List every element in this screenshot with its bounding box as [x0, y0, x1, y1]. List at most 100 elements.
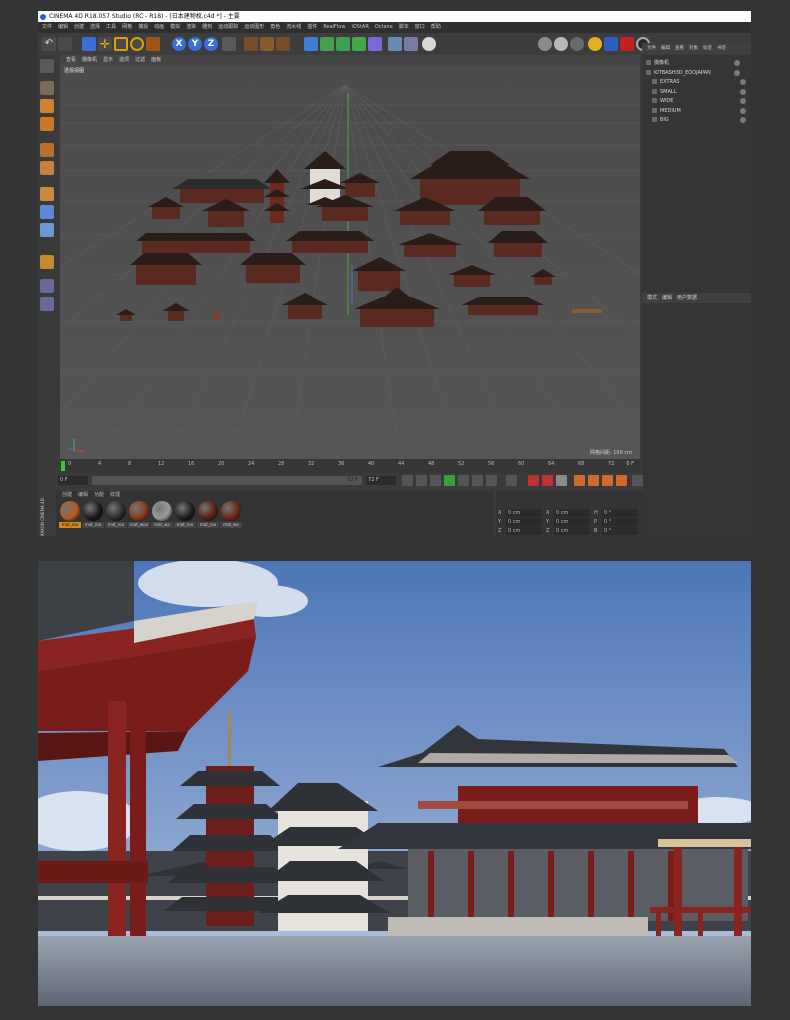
menu-item[interactable]: 运动跟踪 [218, 24, 238, 30]
render-view-icon[interactable] [244, 37, 258, 51]
floor-grid-icon[interactable] [388, 37, 402, 51]
menu-item[interactable]: 帮助 [431, 24, 441, 30]
object-row[interactable]: SMALL [652, 88, 751, 97]
object-axis-icon[interactable] [40, 161, 54, 175]
playhead[interactable] [61, 461, 65, 471]
rotate-icon[interactable] [130, 37, 144, 51]
points-mode-icon[interactable] [40, 99, 54, 113]
preview-range-slider[interactable]: 72 F [92, 476, 362, 485]
menu-item[interactable]: 脚本 [399, 24, 409, 30]
object-manager-menu-item[interactable]: 查看 [675, 46, 684, 51]
object-row[interactable]: KITBASH3D_EDOJAPAN [646, 69, 746, 78]
go-to-start-icon[interactable] [402, 475, 413, 486]
texture-mode-icon[interactable] [40, 81, 54, 95]
material-label[interactable]: mat_roo [105, 522, 127, 528]
end-frame-field[interactable]: 72 F [366, 476, 396, 485]
visibility-dot-icon[interactable] [734, 60, 740, 66]
timeline-options-icon[interactable] [632, 475, 643, 486]
material-label[interactable]: mat_roo [82, 522, 104, 528]
material-swatch[interactable] [106, 501, 126, 521]
snap-icon[interactable] [40, 187, 54, 201]
start-frame-field[interactable]: 0 F [58, 476, 88, 485]
object-row[interactable]: MEDIUM [652, 107, 751, 116]
visibility-dot-icon[interactable] [740, 98, 746, 104]
model-mode-icon[interactable] [40, 59, 54, 73]
render-picture-viewer-icon[interactable] [260, 37, 274, 51]
viewport-menu-item[interactable]: 显示 [103, 57, 113, 63]
material-swatch[interactable] [152, 501, 172, 521]
menu-item[interactable]: 运动图形 [244, 24, 264, 30]
y-axis-button[interactable]: Y [188, 37, 202, 51]
z-axis-button[interactable]: Z [204, 37, 218, 51]
edges-mode-icon[interactable] [40, 117, 54, 131]
visibility-dot-icon[interactable] [734, 69, 740, 76]
material-swatch[interactable] [60, 501, 80, 521]
viewport-menu-item[interactable]: 过滤 [135, 57, 145, 63]
viewport-menu-item[interactable]: 摄像机 [82, 57, 97, 63]
coordinate-value-field[interactable]: 0 ° [602, 527, 638, 535]
menu-item[interactable]: 渲染 [186, 24, 196, 30]
viewport-menu-item[interactable]: 查看 [66, 57, 76, 63]
pen-icon[interactable] [320, 37, 334, 51]
octane-daylight-icon[interactable] [588, 37, 602, 51]
move-icon[interactable]: ✛ [98, 37, 112, 51]
menu-item[interactable]: 窗口 [415, 24, 425, 30]
object-row[interactable]: WIDE [652, 97, 751, 106]
scale-icon[interactable] [114, 37, 128, 51]
cube-icon[interactable] [304, 37, 318, 51]
attribute-manager-menu-item[interactable]: 模式 [647, 295, 657, 301]
material-label[interactable]: mat_roo [174, 522, 196, 528]
attribute-manager-menu-item[interactable]: 用户数据 [677, 295, 697, 301]
next-frame-icon[interactable] [458, 475, 469, 486]
sculpt-icon[interactable] [40, 297, 54, 311]
coordinate-value-field[interactable]: 0 ° [602, 509, 638, 517]
visibility-dot-icon[interactable] [740, 79, 746, 85]
subdivision-icon[interactable] [336, 37, 350, 51]
undo-icon[interactable]: ↶ [42, 37, 56, 51]
menu-item[interactable]: 角色 [270, 24, 280, 30]
menu-item[interactable]: 动画 [154, 24, 164, 30]
viewport-menu-item[interactable]: 选项 [119, 57, 129, 63]
keyframe-selection-icon[interactable] [556, 475, 567, 486]
material-swatch[interactable] [129, 501, 149, 521]
material-manager-menu-item[interactable]: 纹理 [110, 492, 120, 498]
material-label[interactable]: mat_wa [151, 522, 173, 528]
recent-tool-icon[interactable] [146, 37, 160, 51]
menu-item[interactable]: 流水线 [286, 24, 301, 30]
redo-icon[interactable] [58, 37, 72, 51]
object-manager-menu-item[interactable]: 书签 [717, 46, 726, 51]
timeline-ruler[interactable]: 0 4 8 12 16 20 24 28 32 36 40 44 48 52 56 60 64 68 72 0 F [60, 459, 640, 473]
workplane-icon[interactable] [40, 205, 54, 219]
locked-workplane-icon[interactable] [40, 223, 54, 237]
position-key-icon[interactable] [574, 475, 585, 486]
tweak-mode-icon[interactable] [40, 255, 54, 269]
array-icon[interactable] [352, 37, 366, 51]
coordinate-value-field[interactable]: 0 cm [554, 527, 590, 535]
viewport-menu-item[interactable]: 面板 [151, 57, 161, 63]
menu-item[interactable]: 雕刻 [202, 24, 212, 30]
coordinate-value-field[interactable]: 0 cm [506, 527, 542, 535]
octane-render-icon[interactable] [538, 37, 552, 51]
camera-icon[interactable] [404, 37, 418, 51]
coordinate-value-field[interactable]: 0 cm [554, 518, 590, 526]
rotation-key-icon[interactable] [602, 475, 613, 486]
coordinate-value-field[interactable]: 0 cm [554, 509, 590, 517]
object-row[interactable]: BIG [652, 116, 751, 125]
bend-deformer-icon[interactable] [368, 37, 382, 51]
menu-item[interactable]: 编辑 [58, 24, 68, 30]
go-to-end-icon[interactable] [486, 475, 497, 486]
next-key-icon[interactable] [472, 475, 483, 486]
menu-item[interactable]: 创建 [74, 24, 84, 30]
material-manager-menu-item[interactable]: 编辑 [78, 492, 88, 498]
light-icon[interactable] [422, 37, 436, 51]
material-label[interactable]: mat_roo [197, 522, 219, 528]
polygons-mode-icon[interactable] [40, 143, 54, 157]
menu-item[interactable]: 选择 [90, 24, 100, 30]
record-active-objects-icon[interactable] [528, 475, 539, 486]
material-swatch[interactable] [198, 501, 218, 521]
material-label[interactable]: mat_roo [59, 522, 81, 528]
material-swatch[interactable] [221, 501, 241, 521]
octane-material-icon[interactable] [554, 37, 568, 51]
material-swatch[interactable] [83, 501, 103, 521]
menu-item[interactable]: 捕捉 [138, 24, 148, 30]
